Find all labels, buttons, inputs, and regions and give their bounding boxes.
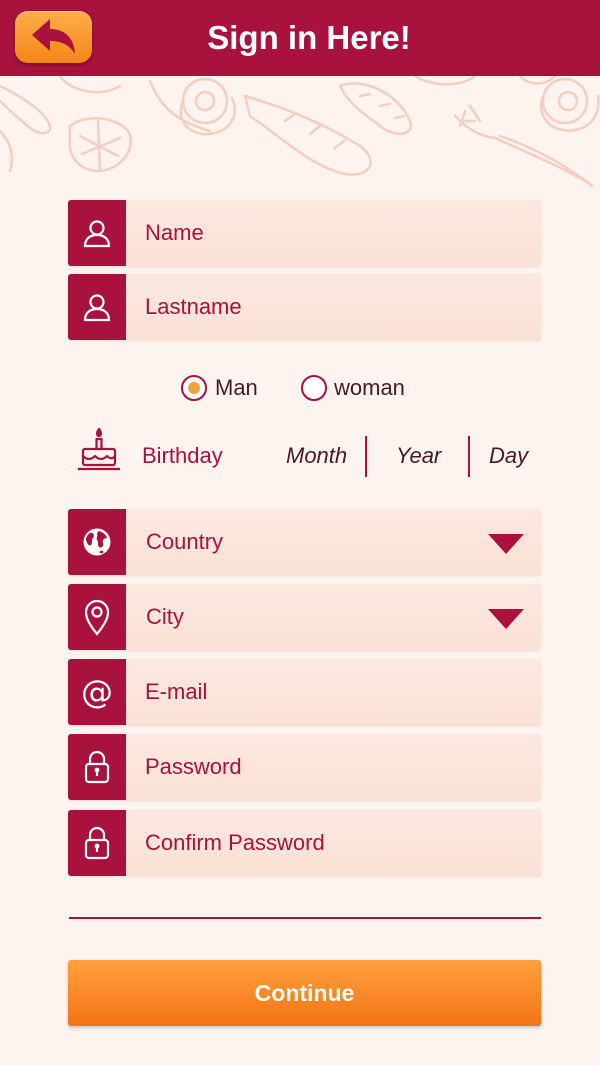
- city-label: City: [146, 604, 184, 629]
- country-dropdown[interactable]: Country: [68, 509, 541, 575]
- globe-icon: [68, 509, 126, 575]
- birthday-day-select[interactable]: Day: [489, 443, 528, 469]
- chevron-down-icon: [488, 609, 524, 629]
- form-divider: [69, 917, 541, 919]
- name-field-container: [68, 200, 541, 266]
- food-doodle-background: [0, 76, 600, 188]
- app-header: Sign in Here!: [0, 0, 600, 76]
- name-input[interactable]: [126, 200, 541, 266]
- birthday-row: Birthday Month Year Day: [0, 425, 600, 485]
- password-field-container: [68, 734, 541, 800]
- email-field-container: @: [68, 659, 541, 725]
- chevron-down-icon: [488, 534, 524, 554]
- birthday-cake-icon: [78, 427, 120, 471]
- confirm-password-input[interactable]: [126, 810, 541, 876]
- page-title: Sign in Here!: [207, 19, 411, 56]
- continue-button[interactable]: Continue: [68, 960, 541, 1026]
- gender-woman-radio[interactable]: [301, 375, 327, 401]
- email-input[interactable]: [126, 659, 541, 725]
- date-separator: [365, 436, 367, 477]
- gender-man-radio[interactable]: [181, 375, 207, 401]
- lock-icon: [68, 810, 126, 876]
- gender-woman-label[interactable]: woman: [334, 375, 405, 401]
- country-label: Country: [146, 529, 224, 554]
- birthday-year-select[interactable]: Year: [396, 443, 441, 469]
- lastname-field-container: [68, 274, 541, 340]
- gender-radio-group: Man woman: [0, 370, 600, 410]
- user-icon: [68, 274, 126, 340]
- birthday-month-select[interactable]: Month: [286, 443, 347, 469]
- location-pin-icon: [68, 584, 126, 650]
- confirm-password-field-container: [68, 810, 541, 876]
- date-separator: [468, 436, 470, 477]
- lastname-input[interactable]: [126, 274, 541, 340]
- password-input[interactable]: [126, 734, 541, 800]
- birthday-label: Birthday: [142, 443, 223, 468]
- city-dropdown[interactable]: City: [68, 584, 541, 650]
- user-icon: [68, 200, 126, 266]
- at-sign-icon: @: [68, 659, 126, 725]
- lock-icon: [68, 734, 126, 800]
- gender-man-label[interactable]: Man: [215, 375, 258, 401]
